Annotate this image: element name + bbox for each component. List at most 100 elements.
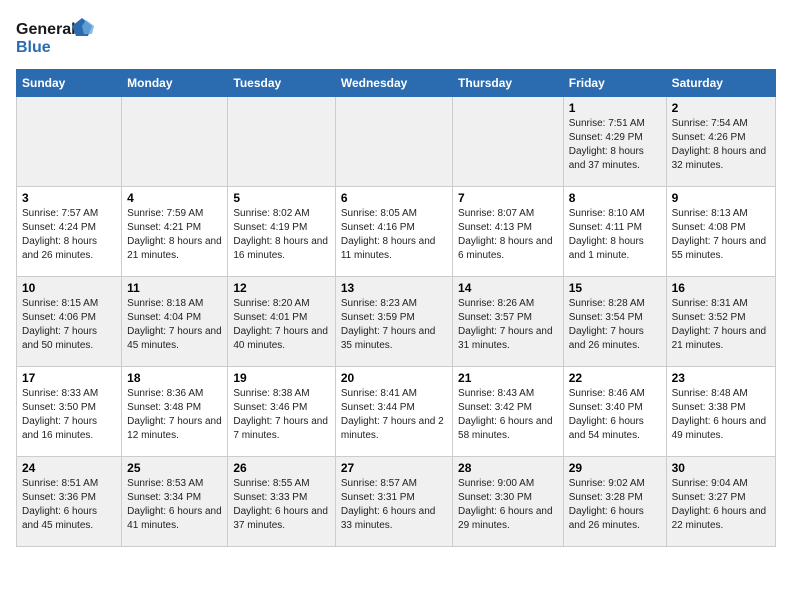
day-info: Sunrise: 8:36 AM Sunset: 3:48 PM Dayligh… <box>127 387 222 443</box>
day-info: Sunrise: 8:57 AM Sunset: 3:31 PM Dayligh… <box>341 477 447 533</box>
calendar-cell: 1 Sunrise: 7:51 AM Sunset: 4:29 PM Daylig… <box>563 97 666 187</box>
calendar-cell: 26 Sunrise: 8:55 AM Sunset: 3:33 PM Dayli… <box>228 457 335 547</box>
day-number: 26 <box>233 461 329 475</box>
day-number: 16 <box>672 281 770 295</box>
calendar-cell: 25 Sunrise: 8:53 AM Sunset: 3:34 PM Dayli… <box>122 457 228 547</box>
calendar-cell: 29 Sunrise: 9:02 AM Sunset: 3:28 PM Dayli… <box>563 457 666 547</box>
day-info: Sunrise: 7:51 AM Sunset: 4:29 PM Dayligh… <box>569 117 661 173</box>
day-number: 22 <box>569 371 661 385</box>
day-number: 8 <box>569 191 661 205</box>
weekday-header-sunday: Sunday <box>17 70 122 97</box>
calendar-cell: 4 Sunrise: 7:59 AM Sunset: 4:21 PM Daylig… <box>122 187 228 277</box>
calendar-week-4: 17 Sunrise: 8:33 AM Sunset: 3:50 PM Dayli… <box>17 367 776 457</box>
day-number: 14 <box>458 281 558 295</box>
day-number: 12 <box>233 281 329 295</box>
day-number: 17 <box>22 371 116 385</box>
day-info: Sunrise: 8:23 AM Sunset: 3:59 PM Dayligh… <box>341 297 447 353</box>
calendar-cell: 12 Sunrise: 8:20 AM Sunset: 4:01 PM Dayli… <box>228 277 335 367</box>
calendar-body: 1 Sunrise: 7:51 AM Sunset: 4:29 PM Daylig… <box>17 97 776 547</box>
day-info: Sunrise: 8:53 AM Sunset: 3:34 PM Dayligh… <box>127 477 222 533</box>
day-number: 29 <box>569 461 661 475</box>
calendar-cell: 5 Sunrise: 8:02 AM Sunset: 4:19 PM Daylig… <box>228 187 335 277</box>
day-number: 25 <box>127 461 222 475</box>
day-number: 3 <box>22 191 116 205</box>
calendar-cell: 18 Sunrise: 8:36 AM Sunset: 3:48 PM Dayli… <box>122 367 228 457</box>
calendar-cell <box>122 97 228 187</box>
day-number: 15 <box>569 281 661 295</box>
day-info: Sunrise: 8:10 AM Sunset: 4:11 PM Dayligh… <box>569 207 661 263</box>
calendar-header: SundayMondayTuesdayWednesdayThursdayFrid… <box>17 70 776 97</box>
day-info: Sunrise: 7:57 AM Sunset: 4:24 PM Dayligh… <box>22 207 116 263</box>
day-number: 10 <box>22 281 116 295</box>
day-info: Sunrise: 8:13 AM Sunset: 4:08 PM Dayligh… <box>672 207 770 263</box>
day-info: Sunrise: 8:31 AM Sunset: 3:52 PM Dayligh… <box>672 297 770 353</box>
day-info: Sunrise: 8:28 AM Sunset: 3:54 PM Dayligh… <box>569 297 661 353</box>
day-info: Sunrise: 8:48 AM Sunset: 3:38 PM Dayligh… <box>672 387 770 443</box>
weekday-header-friday: Friday <box>563 70 666 97</box>
day-info: Sunrise: 8:41 AM Sunset: 3:44 PM Dayligh… <box>341 387 447 443</box>
weekday-header-monday: Monday <box>122 70 228 97</box>
day-number: 11 <box>127 281 222 295</box>
weekday-header-saturday: Saturday <box>666 70 775 97</box>
calendar-cell: 14Sunrise: 8:26 AM Sunset: 3:57 PM Dayli… <box>453 277 564 367</box>
calendar-cell: 7 Sunrise: 8:07 AM Sunset: 4:13 PM Daylig… <box>453 187 564 277</box>
calendar-cell: 6Sunrise: 8:05 AM Sunset: 4:16 PM Daylig… <box>335 187 452 277</box>
calendar-week-1: 1 Sunrise: 7:51 AM Sunset: 4:29 PM Daylig… <box>17 97 776 187</box>
calendar-cell: 22 Sunrise: 8:46 AM Sunset: 3:40 PM Dayli… <box>563 367 666 457</box>
day-number: 7 <box>458 191 558 205</box>
day-info: Sunrise: 8:33 AM Sunset: 3:50 PM Dayligh… <box>22 387 116 443</box>
weekday-header-tuesday: Tuesday <box>228 70 335 97</box>
day-info: Sunrise: 8:07 AM Sunset: 4:13 PM Dayligh… <box>458 207 558 263</box>
day-info: Sunrise: 8:51 AM Sunset: 3:36 PM Dayligh… <box>22 477 116 533</box>
day-number: 28 <box>458 461 558 475</box>
day-number: 19 <box>233 371 329 385</box>
page-header: General Blue <box>16 16 776 61</box>
calendar-cell: 20Sunrise: 8:41 AM Sunset: 3:44 PM Dayli… <box>335 367 452 457</box>
day-number: 1 <box>569 101 661 115</box>
calendar-week-5: 24 Sunrise: 8:51 AM Sunset: 3:36 PM Dayli… <box>17 457 776 547</box>
day-number: 4 <box>127 191 222 205</box>
day-info: Sunrise: 8:20 AM Sunset: 4:01 PM Dayligh… <box>233 297 329 353</box>
day-number: 23 <box>672 371 770 385</box>
day-number: 18 <box>127 371 222 385</box>
calendar-cell <box>228 97 335 187</box>
day-info: Sunrise: 7:59 AM Sunset: 4:21 PM Dayligh… <box>127 207 222 263</box>
calendar-cell <box>17 97 122 187</box>
calendar-cell <box>335 97 452 187</box>
calendar-cell: 15 Sunrise: 8:28 AM Sunset: 3:54 PM Dayli… <box>563 277 666 367</box>
calendar-cell: 13 Sunrise: 8:23 AM Sunset: 3:59 PM Dayli… <box>335 277 452 367</box>
day-number: 5 <box>233 191 329 205</box>
calendar-cell: 16 Sunrise: 8:31 AM Sunset: 3:52 PM Dayli… <box>666 277 775 367</box>
day-number: 6 <box>341 191 447 205</box>
calendar-cell: 21 Sunrise: 8:43 AM Sunset: 3:42 PM Dayli… <box>453 367 564 457</box>
day-info: Sunrise: 9:00 AM Sunset: 3:30 PM Dayligh… <box>458 477 558 533</box>
calendar-cell: 23 Sunrise: 8:48 AM Sunset: 3:38 PM Dayli… <box>666 367 775 457</box>
logo: General Blue <box>16 16 96 61</box>
day-number: 21 <box>458 371 558 385</box>
day-number: 30 <box>672 461 770 475</box>
calendar-cell: 10 Sunrise: 8:15 AM Sunset: 4:06 PM Dayli… <box>17 277 122 367</box>
day-info: Sunrise: 9:02 AM Sunset: 3:28 PM Dayligh… <box>569 477 661 533</box>
weekday-header-thursday: Thursday <box>453 70 564 97</box>
calendar-cell: 24 Sunrise: 8:51 AM Sunset: 3:36 PM Dayli… <box>17 457 122 547</box>
calendar-cell: 28 Sunrise: 9:00 AM Sunset: 3:30 PM Dayli… <box>453 457 564 547</box>
calendar-cell <box>453 97 564 187</box>
day-info: Sunrise: 8:02 AM Sunset: 4:19 PM Dayligh… <box>233 207 329 263</box>
day-info: Sunrise: 8:55 AM Sunset: 3:33 PM Dayligh… <box>233 477 329 533</box>
svg-text:General: General <box>16 21 76 38</box>
calendar-cell: 30Sunrise: 9:04 AM Sunset: 3:27 PM Dayli… <box>666 457 775 547</box>
day-info: Sunrise: 8:43 AM Sunset: 3:42 PM Dayligh… <box>458 387 558 443</box>
day-info: Sunrise: 8:46 AM Sunset: 3:40 PM Dayligh… <box>569 387 661 443</box>
svg-text:Blue: Blue <box>16 39 51 56</box>
calendar-cell: 27 Sunrise: 8:57 AM Sunset: 3:31 PM Dayli… <box>335 457 452 547</box>
calendar-cell: 3 Sunrise: 7:57 AM Sunset: 4:24 PM Daylig… <box>17 187 122 277</box>
day-number: 9 <box>672 191 770 205</box>
day-number: 24 <box>22 461 116 475</box>
day-number: 13 <box>341 281 447 295</box>
day-info: Sunrise: 8:38 AM Sunset: 3:46 PM Dayligh… <box>233 387 329 443</box>
day-info: Sunrise: 8:15 AM Sunset: 4:06 PM Dayligh… <box>22 297 116 353</box>
day-number: 27 <box>341 461 447 475</box>
calendar-cell: 19 Sunrise: 8:38 AM Sunset: 3:46 PM Dayli… <box>228 367 335 457</box>
calendar-cell: 8 Sunrise: 8:10 AM Sunset: 4:11 PM Daylig… <box>563 187 666 277</box>
calendar-cell: 2Sunrise: 7:54 AM Sunset: 4:26 PM Daylig… <box>666 97 775 187</box>
